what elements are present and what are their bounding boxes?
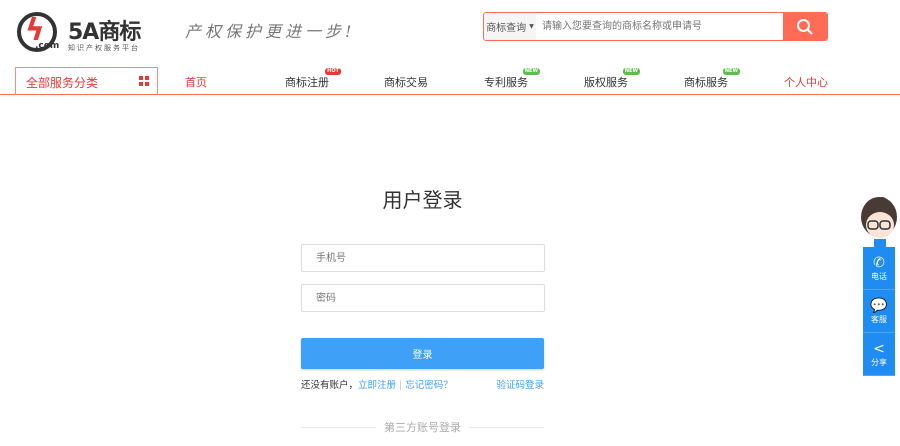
main-nav: 全部服务分类 首页 商标注册 HOT 商标交易 专利服务 NEW 版权服务 NEW 商…: [0, 67, 900, 95]
all-categories-menu[interactable]: 全部服务分类: [15, 67, 158, 95]
nav-trademark-trade[interactable]: 商标交易: [384, 74, 428, 90]
share-icon: <: [873, 341, 885, 357]
side-phone-button[interactable]: ✆ 电话: [863, 247, 895, 290]
nav-copyright[interactable]: 版权服务 NEW: [584, 68, 640, 90]
search-type-label: 商标查询: [486, 23, 527, 34]
new-badge: NEW: [522, 68, 540, 75]
search-button[interactable]: [783, 13, 827, 40]
login-links: 还没有账户，立即注册 | 忘记密码？ 验证码登录: [301, 377, 544, 391]
grid-icon: [139, 76, 149, 86]
divider: |: [399, 380, 403, 391]
side-service-button[interactable]: 💬 客服: [863, 290, 895, 333]
nav-trademark-service[interactable]: 商标服务 NEW: [684, 68, 740, 90]
search-type-select[interactable]: 商标查询 ▼: [484, 13, 536, 40]
logo-subtitle: 知识产权服务平台: [68, 44, 140, 52]
new-badge: NEW: [722, 68, 740, 75]
phone-input[interactable]: [301, 244, 545, 272]
logo-domain: .com: [35, 41, 60, 51]
nav-trademark-register[interactable]: 商标注册 HOT: [285, 68, 341, 90]
forgot-password-link[interactable]: 忘记密码？: [405, 380, 453, 391]
nav-patent[interactable]: 专利服务 NEW: [484, 68, 540, 90]
no-account-text: 还没有账户，: [301, 380, 359, 391]
categories-label: 全部服务分类: [26, 76, 99, 90]
third-party-label: 第三方账号登录: [384, 421, 461, 434]
slogan: 产权保护更进一步!: [185, 22, 356, 41]
logo-text: 5A商标: [68, 20, 141, 45]
new-badge: NEW: [622, 68, 640, 75]
hot-badge: HOT: [325, 68, 341, 75]
chat-icon: 💬: [870, 298, 888, 314]
site-logo[interactable]: ϟ .com 5A商标 知识产权服务平台: [15, 10, 165, 56]
search-input[interactable]: [536, 13, 783, 40]
third-party-login-divider: 第三方账号登录: [301, 419, 544, 435]
sms-login-link[interactable]: 验证码登录: [496, 377, 544, 391]
search-bar: 商标查询 ▼: [483, 12, 828, 41]
register-link[interactable]: 立即注册: [358, 380, 396, 391]
nav-user-center[interactable]: 个人中心: [784, 74, 828, 90]
caret-down-icon: ▼: [529, 23, 534, 30]
login-button[interactable]: 登录: [301, 338, 544, 369]
password-input[interactable]: [301, 284, 545, 312]
page-title: 用户登录: [382, 188, 463, 212]
side-share-button[interactable]: < 分享: [863, 333, 895, 376]
mascot-avatar: [858, 193, 900, 249]
search-icon: [797, 18, 813, 35]
side-toolbar: ✆ 电话 💬 客服 < 分享: [863, 247, 895, 376]
nav-home[interactable]: 首页: [185, 74, 207, 90]
phone-icon: ✆: [873, 255, 885, 271]
